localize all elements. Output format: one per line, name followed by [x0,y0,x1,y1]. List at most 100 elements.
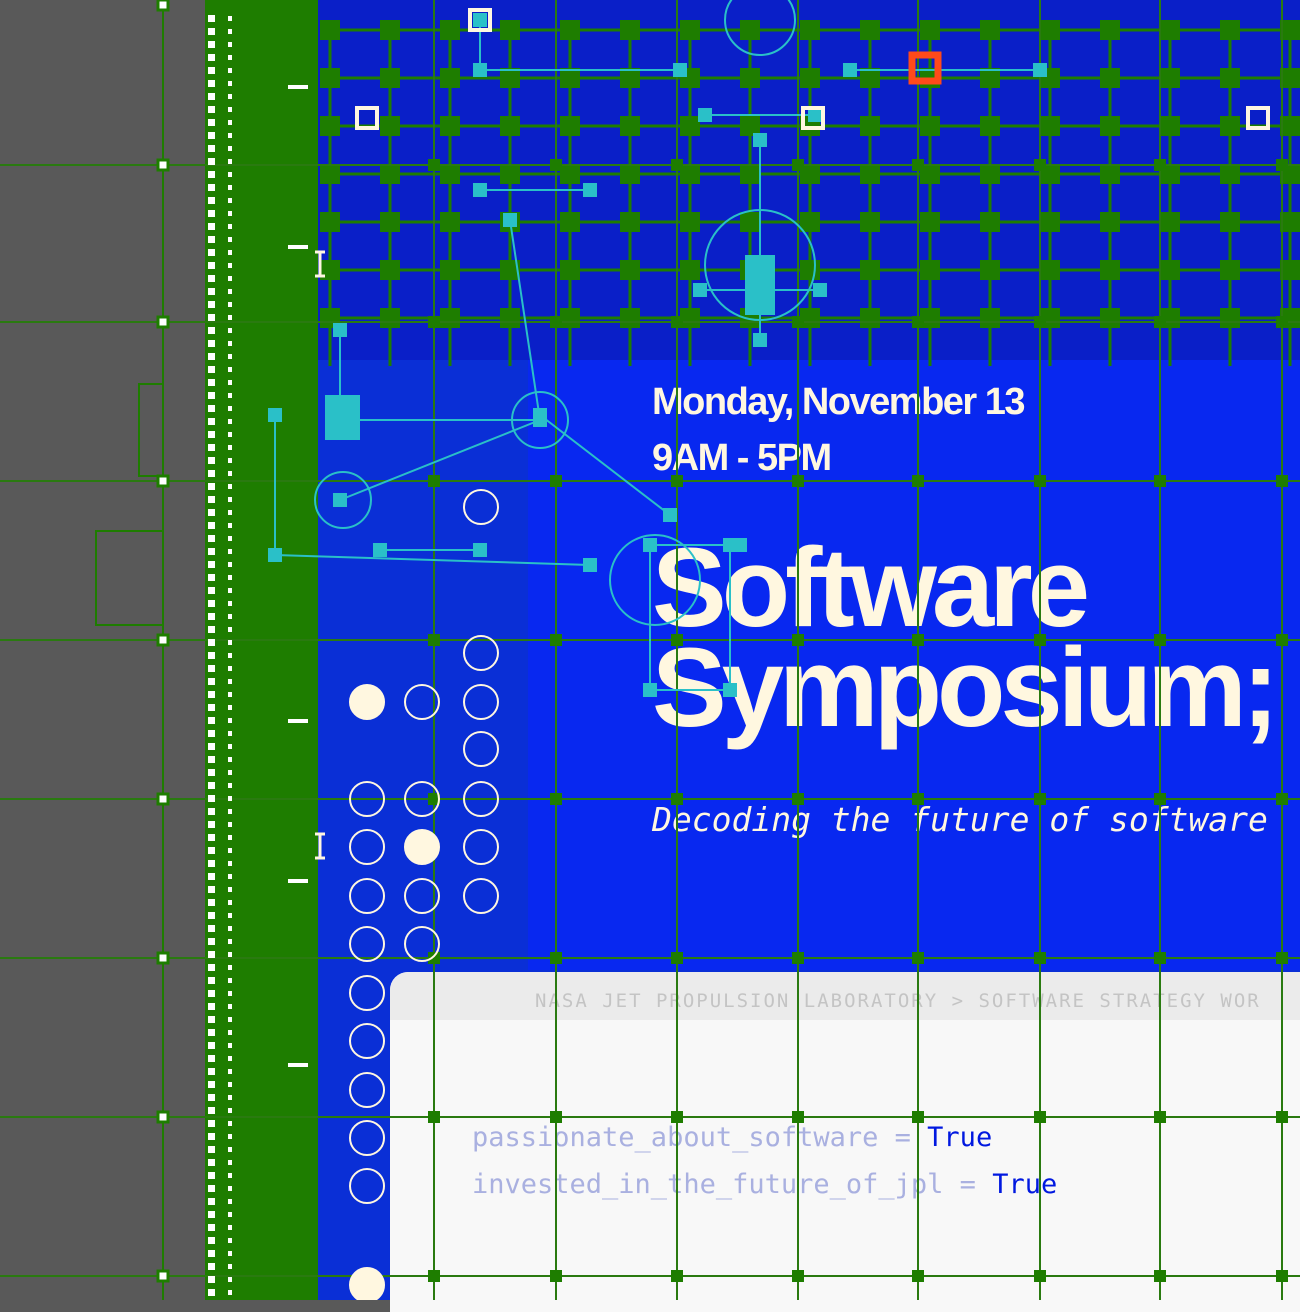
guide-node [671,316,683,328]
layer-marker [208,1042,215,1049]
guide-node [550,793,562,805]
selection-node-icon [583,183,597,197]
poster-dot [463,684,499,720]
layer-marker [228,536,232,541]
layer-marker [228,341,232,346]
layer-marker [208,522,215,529]
layer-marker [208,210,215,217]
layer-marker [208,496,215,503]
guide-node [1154,793,1166,805]
layer-marker [208,834,215,841]
layer-marker [228,796,232,801]
layer-marker [228,211,232,216]
layer-marker [228,601,232,606]
layer-marker [208,548,215,555]
layer-marker [208,470,215,477]
outline-handle [156,633,170,647]
layer-marker [208,886,215,893]
layer-marker [208,1107,215,1114]
guide-node [1276,1270,1288,1282]
layer-marker [228,276,232,281]
guide-node [1154,316,1166,328]
selection-node-icon [723,538,737,552]
layer-marker [228,939,232,944]
layer-marker [228,328,232,333]
layer-marker [208,665,215,672]
layer-marker [208,925,215,932]
selection-node-icon [1033,63,1047,77]
layer-marker [208,1198,215,1205]
layer-marker [208,392,215,399]
poster-dot [349,1023,385,1059]
ruler-mark [288,1063,308,1067]
guide-node [1034,159,1046,171]
layer-marker [208,54,215,61]
layer-marker [228,1056,232,1061]
layer-marker [208,67,215,74]
poster-dot [463,731,499,767]
layer-marker [228,1160,232,1165]
layer-marker [228,1147,232,1152]
outline-handle [156,0,170,12]
layer-marker [208,145,215,152]
guide-node [912,1111,924,1123]
layer-marker [228,900,232,905]
layer-marker [228,133,232,138]
guide-node [912,159,924,171]
guide-node [1034,475,1046,487]
layer-marker [208,15,215,22]
layer-marker [208,691,215,698]
layer-marker [208,1094,215,1101]
layer-marker [208,639,215,646]
outline-handle [156,951,170,965]
outline-handle [156,315,170,329]
guide-node [550,316,562,328]
layer-marker [208,288,215,295]
layer-marker [228,432,232,437]
guide-node [1154,1111,1166,1123]
layer-marker [208,561,215,568]
layer-marker [228,952,232,957]
layer-marker [228,367,232,372]
layer-marker [208,366,215,373]
layer-marker [228,822,232,827]
ruler-mark [288,85,308,89]
guide-node [1276,159,1288,171]
guide-node [671,793,683,805]
selection-node-icon [673,63,687,77]
guide-node [792,793,804,805]
layer-marker [208,132,215,139]
layer-marker [208,1250,215,1257]
layer-marker [228,679,232,684]
guide-node [550,159,562,171]
guide-node [792,1270,804,1282]
guide-node [912,475,924,487]
guide-node [671,159,683,171]
layer-marker [228,250,232,255]
layer-marker [228,1030,232,1035]
guide-node [428,316,440,328]
layer-marker [228,588,232,593]
poster-dot [463,878,499,914]
selection-node-icon [723,683,737,697]
layer-marker [208,1146,215,1153]
layer-marker [208,860,215,867]
layer-marker [228,159,232,164]
layer-marker [228,1134,232,1139]
layer-marker [208,704,215,711]
poster-dot [463,489,499,525]
layer-marker [208,431,215,438]
layer-marker [228,1186,232,1191]
selection-node-icon [643,538,657,552]
poster-dot [349,926,385,962]
selection-node-icon [745,255,775,315]
layer-marker [208,977,215,984]
layer-marker [208,1068,215,1075]
layer-marker [208,769,215,776]
outline-handle [156,158,170,172]
selection-overlay [0,0,1300,1300]
layer-marker [208,912,215,919]
layer-marker [228,653,232,658]
layer-marker [208,782,215,789]
guide-node [1276,634,1288,646]
